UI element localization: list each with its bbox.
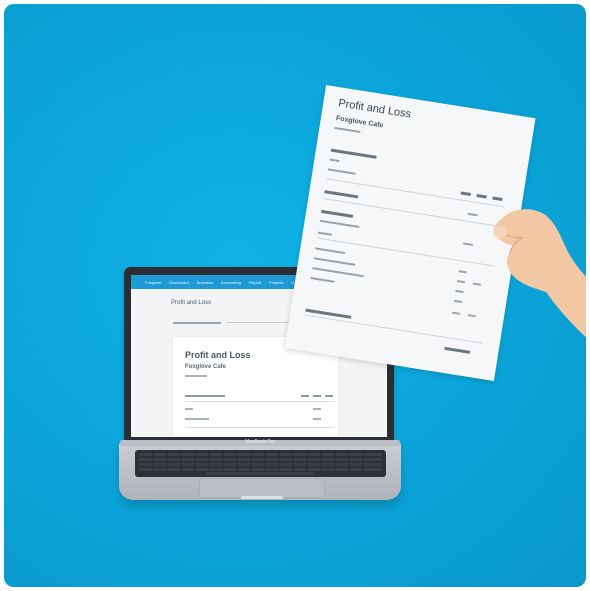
section-bar: [324, 190, 359, 198]
text-line: [329, 158, 340, 162]
divider-line: [304, 314, 483, 344]
column-bar: [301, 395, 309, 397]
text-line: [185, 375, 207, 377]
column-bar: [313, 395, 321, 397]
divider-line: [185, 427, 335, 428]
screen-report-title: Profit and Loss: [185, 350, 251, 360]
text-line: [310, 277, 335, 283]
text-line: [312, 267, 364, 277]
laptop-hinge: MacBook Pro: [120, 439, 400, 446]
hand-illustration: [493, 209, 586, 338]
text-line: [317, 231, 332, 236]
nav-item: Dashboard: [169, 279, 189, 285]
section-bar: [330, 148, 377, 159]
text-line: [313, 257, 356, 266]
keyboard-keys: [139, 453, 382, 475]
section-bar: [321, 209, 354, 218]
text-line: [313, 418, 321, 420]
text-line: [327, 168, 356, 175]
text-line: [185, 418, 209, 420]
nav-item: Payroll: [248, 279, 262, 285]
nav-item: Projects: [269, 279, 284, 285]
nav-item: Business: [196, 279, 214, 285]
toolbar-rule: [173, 322, 221, 324]
section-bar: [185, 395, 225, 397]
text-line: [453, 299, 463, 303]
text-line: [315, 247, 346, 254]
text-line: [334, 126, 361, 133]
laptop-trackpad: [199, 478, 325, 498]
nav-item: Accounting: [221, 279, 241, 285]
text-line: [451, 311, 461, 315]
photo-frame: Foxglove Dashboard Business Accounting P…: [4, 4, 586, 587]
divider-line: [185, 401, 335, 402]
screen-report-company: Foxglove Cafe: [185, 364, 227, 370]
text-line: [185, 408, 193, 410]
nav-item: Foxglove: [145, 279, 162, 285]
text-line: [313, 408, 321, 410]
laptop-front-notch: [241, 496, 283, 499]
text-line: [455, 289, 464, 293]
laptop-model-label: MacBook Pro: [244, 439, 275, 445]
text-line: [319, 219, 360, 228]
laptop-keyboard: [135, 450, 386, 477]
screen-page-title: Profit and Loss: [171, 300, 212, 306]
column-bar: [325, 395, 333, 397]
